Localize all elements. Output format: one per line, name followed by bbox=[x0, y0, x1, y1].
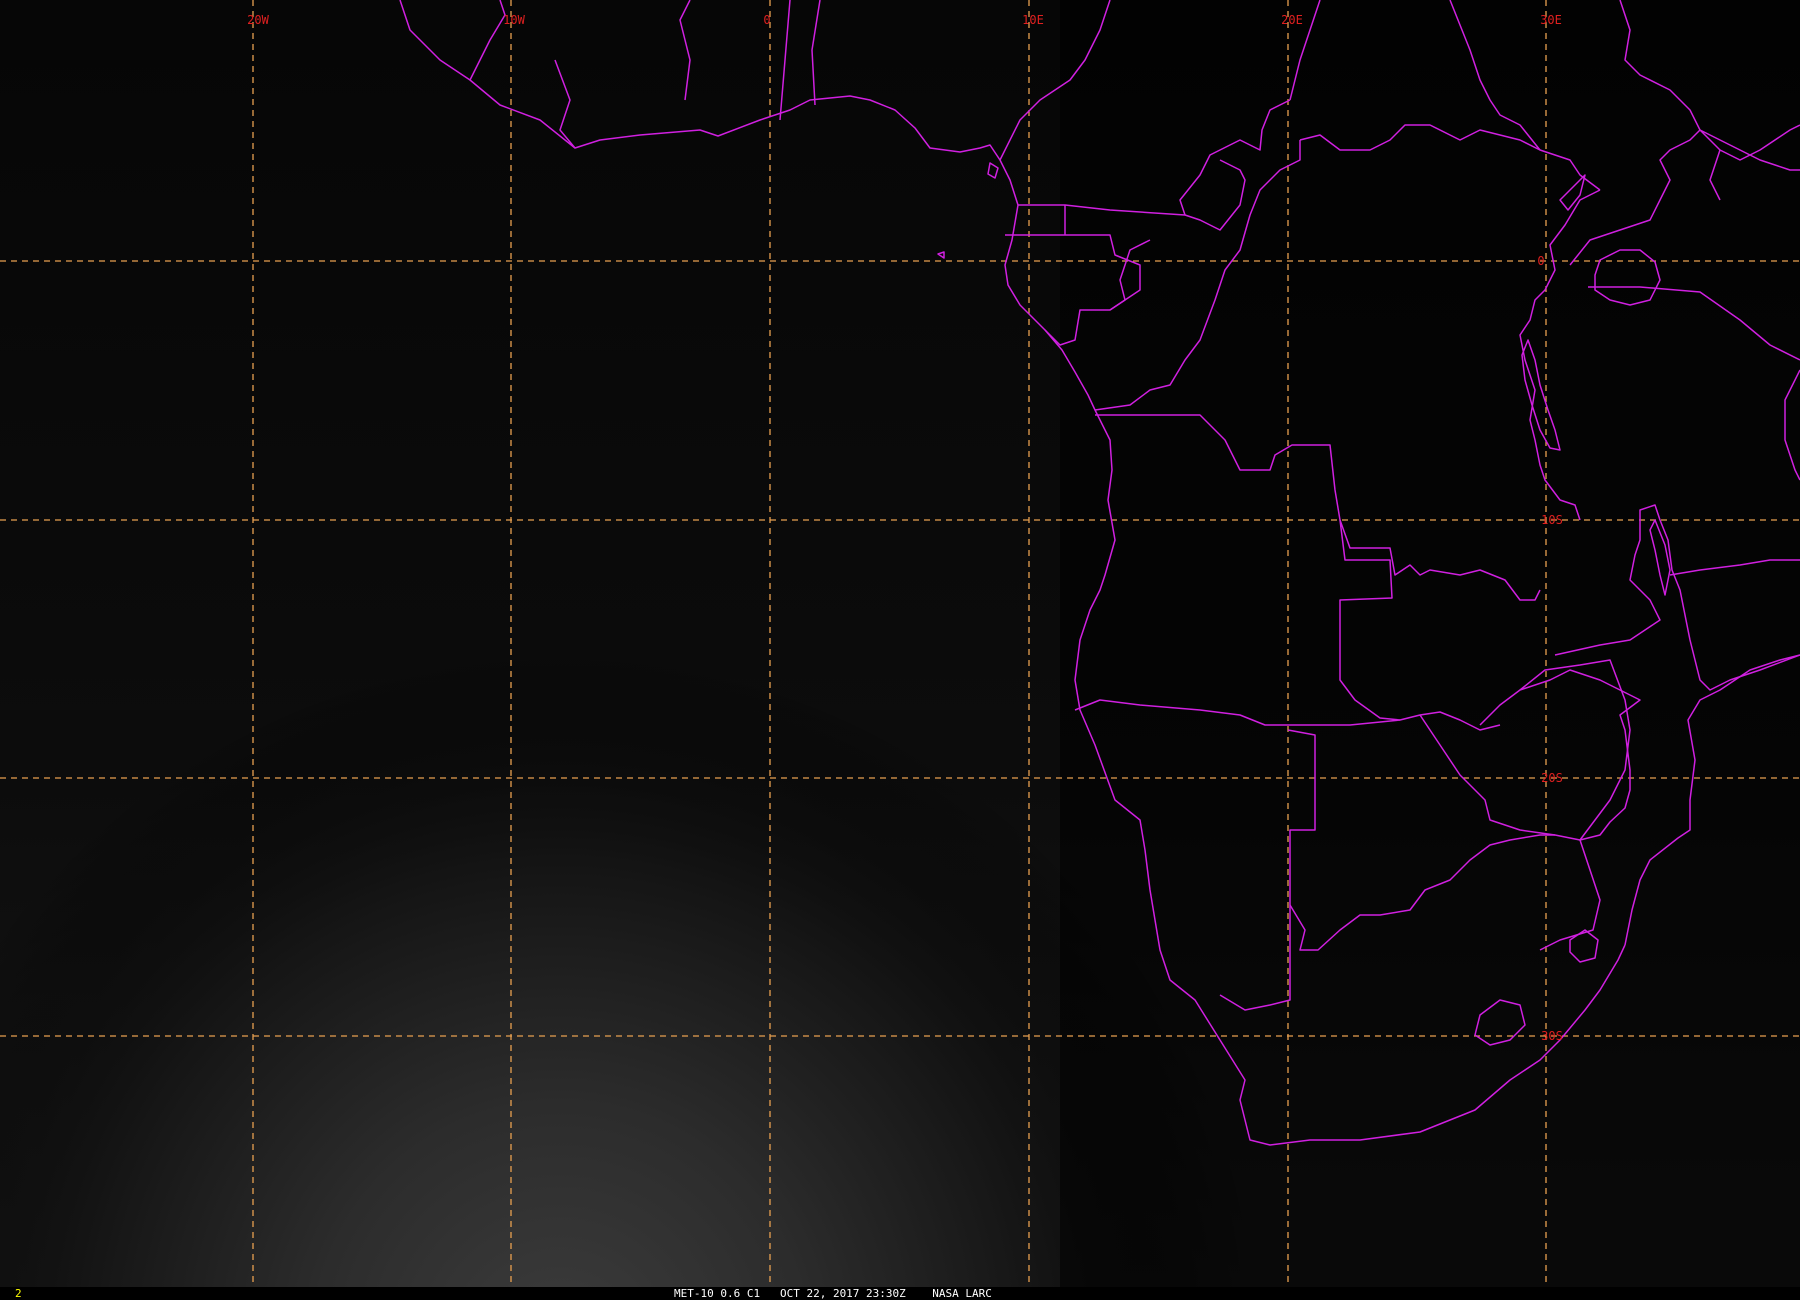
lat-label-10s: 10S bbox=[1541, 513, 1563, 527]
lon-label-0: 0 bbox=[763, 13, 770, 27]
lat-label-20s: 20S bbox=[1541, 771, 1563, 785]
satellite-map[interactable]: 20W 10W 0 10E 20E 30E 0 10S 20S 30S bbox=[0, 0, 1800, 1287]
lat-label-30s: 30S bbox=[1541, 1029, 1563, 1043]
lon-label-20e: 20E bbox=[1281, 13, 1303, 27]
image-caption: MET-10 0.6 C1 OCT 22, 2017 23:30Z NASA L… bbox=[674, 1287, 992, 1300]
lat-label-0: 0 bbox=[1537, 254, 1544, 268]
land-shadow bbox=[1060, 0, 1800, 1287]
map-canvas: 20W 10W 0 10E 20E 30E 0 10S 20S 30S bbox=[0, 0, 1800, 1287]
lon-label-20w: 20W bbox=[247, 13, 269, 27]
lon-label-10e: 10E bbox=[1022, 13, 1044, 27]
status-bar: 2 MET-10 0.6 C1 OCT 22, 2017 23:30Z NASA… bbox=[0, 1287, 1800, 1300]
frame-number: 2 bbox=[15, 1287, 22, 1300]
lon-label-30e: 30E bbox=[1540, 13, 1562, 27]
lon-label-10w: 10W bbox=[503, 13, 525, 27]
